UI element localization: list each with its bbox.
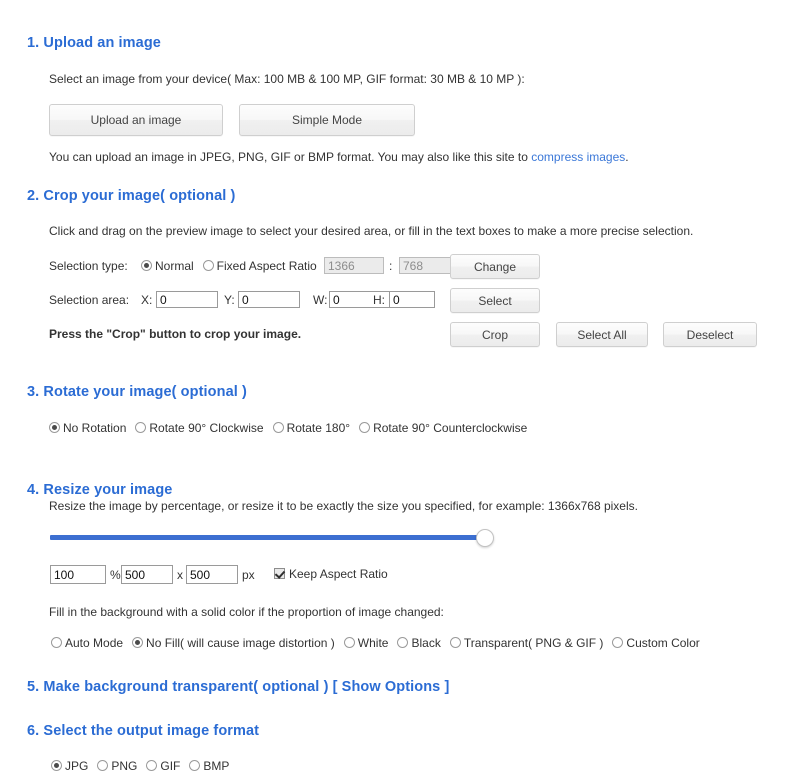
radio-transparent-icon[interactable] xyxy=(449,637,461,648)
selection-type-fixed-ratio[interactable]: Fixed Aspect Ratio xyxy=(202,259,317,273)
fill-option-3-label: Black xyxy=(411,636,441,650)
fill-option-custom-color[interactable]: Custom Color xyxy=(612,636,700,650)
keep-aspect-ratio-label: Keep Aspect Ratio xyxy=(289,567,388,581)
section-title-resize: 4. Resize your image xyxy=(27,482,173,498)
section-title-upload: 1. Upload an image xyxy=(27,35,161,51)
crop-y-input[interactable] xyxy=(238,291,300,308)
radio-no-fill-icon[interactable] xyxy=(132,637,144,648)
fill-option-0-label: Auto Mode xyxy=(65,636,124,650)
crop-h-input[interactable] xyxy=(389,291,435,308)
upload-note-suffix: . xyxy=(625,150,629,164)
rotate-option-90-cw[interactable]: Rotate 90° Clockwise xyxy=(135,421,264,435)
deselect-button[interactable]: Deselect xyxy=(663,322,757,347)
fill-option-5-label: Custom Color xyxy=(626,636,700,650)
rotate-option-90-ccw[interactable]: Rotate 90° Counterclockwise xyxy=(359,421,527,435)
radio-no-rotation-icon[interactable] xyxy=(49,422,60,433)
resize-percent-slider[interactable] xyxy=(50,529,494,547)
format-option-jpg[interactable]: JPG xyxy=(51,759,88,773)
compress-images-link[interactable]: compress images xyxy=(531,150,625,164)
rotate-options: No Rotation Rotate 90° Clockwise Rotate 18… xyxy=(49,421,536,435)
radio-white-icon[interactable] xyxy=(343,637,355,648)
rotate-option-3-label: Rotate 90° Counterclockwise xyxy=(373,421,528,435)
y-label: Y: xyxy=(224,293,235,307)
fill-option-white[interactable]: White xyxy=(343,636,389,650)
radio-custom-color-icon[interactable] xyxy=(612,637,624,648)
format-option-bmp[interactable]: BMP xyxy=(189,759,229,773)
x-label: X: xyxy=(141,293,153,307)
radio-normal-icon[interactable] xyxy=(141,260,152,271)
resize-percent-input[interactable] xyxy=(50,565,106,584)
radio-black-icon[interactable] xyxy=(397,637,409,648)
format-option-gif[interactable]: GIF xyxy=(146,759,180,773)
radio-auto-mode-icon[interactable] xyxy=(51,637,62,648)
fill-option-4-label: Transparent( PNG & GIF ) xyxy=(463,636,604,650)
upload-description: Select an image from your device( Max: 1… xyxy=(49,72,525,86)
upload-an-image-button[interactable]: Upload an image xyxy=(49,104,223,136)
fill-option-transparent[interactable]: Transparent( PNG & GIF ) xyxy=(449,636,604,650)
format-option-1-label: PNG xyxy=(111,759,138,773)
h-label: H: xyxy=(373,293,385,307)
fill-option-auto-mode[interactable]: Auto Mode xyxy=(51,636,123,650)
checkbox-keep-aspect-ratio-icon[interactable] xyxy=(274,568,285,579)
select-all-button[interactable]: Select All xyxy=(556,322,648,347)
rotate-option-180[interactable]: Rotate 180° xyxy=(272,421,351,435)
fill-option-1-label: No Fill( will cause image distortion ) xyxy=(146,636,335,650)
section-title-transparent[interactable]: 5. Make background transparent( optional… xyxy=(27,679,449,695)
section-title-format: 6. Select the output image format xyxy=(27,723,260,739)
selection-area-label: Selection area: xyxy=(49,293,130,307)
rotate-option-1-label: Rotate 90° Clockwise xyxy=(149,421,264,435)
resize-height-input[interactable] xyxy=(186,565,238,584)
format-options: JPG PNG GIF BMP xyxy=(51,759,238,773)
keep-aspect-ratio-option[interactable]: Keep Aspect Ratio xyxy=(274,567,388,581)
w-label: W: xyxy=(313,293,328,307)
crop-hint: Press the "Crop" button to crop your ima… xyxy=(49,327,302,341)
format-option-3-label: BMP xyxy=(203,759,230,773)
upload-note-prefix: You can upload an image in JPEG, PNG, GI… xyxy=(49,150,532,164)
radio-rotate-180-icon[interactable] xyxy=(272,422,284,433)
select-button[interactable]: Select xyxy=(450,288,540,313)
crop-description: Click and drag on the preview image to s… xyxy=(49,224,694,238)
radio-fixed-ratio-icon[interactable] xyxy=(202,260,214,271)
selection-type-normal-label: Normal xyxy=(155,259,194,273)
times-label: x xyxy=(177,568,183,582)
format-option-0-label: JPG xyxy=(65,759,89,773)
ratio-separator: : xyxy=(389,259,393,273)
section-title-crop: 2. Crop your image( optional ) xyxy=(27,188,236,204)
crop-button[interactable]: Crop xyxy=(450,322,540,347)
upload-note: You can upload an image in JPEG, PNG, GI… xyxy=(49,150,629,164)
resize-width-input[interactable] xyxy=(121,565,173,584)
fill-option-no-fill[interactable]: No Fill( will cause image distortion ) xyxy=(132,636,335,650)
radio-gif-icon[interactable] xyxy=(146,760,158,771)
selection-type-normal[interactable]: Normal xyxy=(141,259,194,273)
slider-track[interactable] xyxy=(50,535,482,540)
fill-option-2-label: White xyxy=(357,636,389,650)
radio-bmp-icon[interactable] xyxy=(189,760,201,771)
rotate-option-0-label: No Rotation xyxy=(63,421,127,435)
simple-mode-button[interactable]: Simple Mode xyxy=(239,104,415,136)
resize-description: Resize the image by percentage, or resiz… xyxy=(49,499,638,513)
image-resizer-page: 1. Upload an image Select an image from … xyxy=(0,0,800,776)
slider-knob[interactable] xyxy=(476,529,494,547)
percent-unit-label: % xyxy=(110,568,121,582)
rotate-option-2-label: Rotate 180° xyxy=(286,421,351,435)
rotate-option-no-rotation[interactable]: No Rotation xyxy=(49,421,126,435)
section-title-rotate: 3. Rotate your image( optional ) xyxy=(27,384,247,400)
selection-type-options: Normal Fixed Aspect Ratio xyxy=(141,259,326,273)
radio-png-icon[interactable] xyxy=(97,760,109,771)
format-option-2-label: GIF xyxy=(160,759,181,773)
crop-x-input[interactable] xyxy=(156,291,218,308)
change-button[interactable]: Change xyxy=(450,254,540,279)
format-option-png[interactable]: PNG xyxy=(97,759,137,773)
fill-options: Auto Mode No Fill( will cause image disto… xyxy=(51,636,709,650)
selection-type-label: Selection type: xyxy=(49,259,128,273)
radio-jpg-icon[interactable] xyxy=(51,760,62,771)
ratio-width-input[interactable] xyxy=(324,257,384,274)
radio-rotate-90-ccw-icon[interactable] xyxy=(359,422,371,433)
radio-rotate-90-cw-icon[interactable] xyxy=(135,422,147,433)
fill-option-black[interactable]: Black xyxy=(397,636,441,650)
px-unit-label: px xyxy=(242,568,255,582)
fill-background-description: Fill in the background with a solid colo… xyxy=(49,605,444,619)
selection-type-fixed-ratio-label: Fixed Aspect Ratio xyxy=(216,259,317,273)
